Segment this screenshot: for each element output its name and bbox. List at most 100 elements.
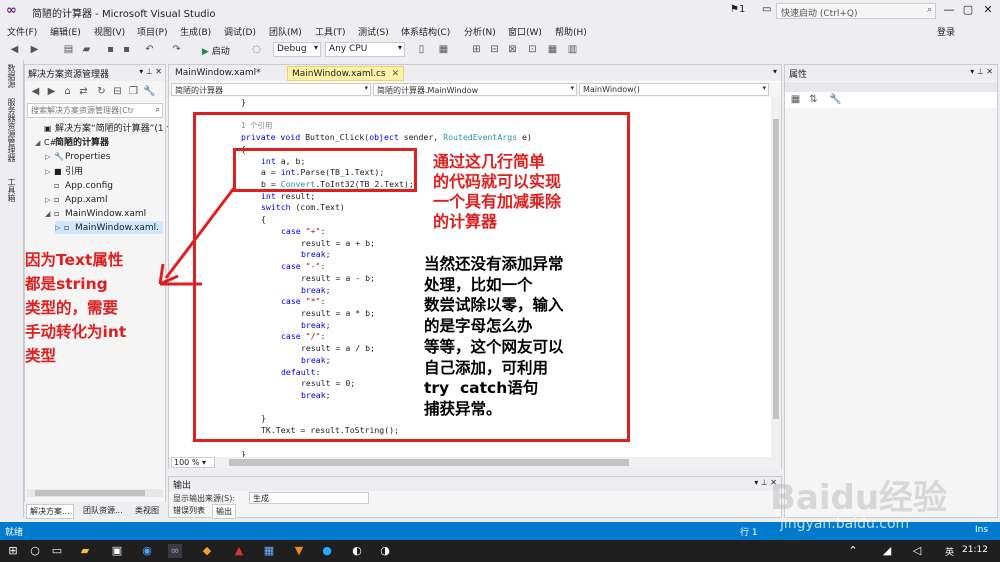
horizontal-scrollbar-thumb[interactable] (229, 459, 629, 466)
undo-icon[interactable]: ↶ (143, 43, 156, 56)
back-icon[interactable]: ◀ (29, 85, 42, 98)
tree-item[interactable]: ▷ ▫ MainWindow.xaml. (55, 221, 163, 235)
expand-arrow-icon[interactable]: ▷ (45, 166, 54, 179)
tree-item[interactable]: ◢ ▫ MainWindow.xaml (45, 207, 163, 220)
new-project-icon[interactable]: ▤ (62, 43, 75, 56)
forward-icon[interactable]: ▶ (45, 85, 58, 98)
login-link[interactable]: 登录 (937, 25, 955, 38)
property-pages-icon[interactable]: 🔧 (829, 93, 842, 106)
solution-search-input[interactable]: 搜索解决方案资源管理器(Ctr ⌕ (27, 103, 163, 118)
collapse-all-icon[interactable]: ⊟ (111, 85, 124, 98)
save-icon[interactable]: ▪ (104, 43, 117, 56)
panel-pin-close-icons[interactable]: ▾ ⊥ ✕ (139, 67, 162, 76)
scrollbar-thumb[interactable] (35, 490, 145, 496)
cortana-icon[interactable]: ○ (28, 544, 42, 558)
file-explorer-icon[interactable]: ▰ (78, 544, 92, 558)
find-icon[interactable]: ▯ (415, 43, 428, 56)
tab-class-view[interactable]: 类视图 (132, 504, 162, 517)
feedback-icon[interactable]: ▭ (762, 4, 771, 15)
menu-debug[interactable]: 调试(D) (224, 25, 256, 38)
volume-icon[interactable]: ◁ (910, 544, 924, 558)
alphabetical-icon[interactable]: ⇅ (807, 93, 820, 106)
app-icon-1[interactable]: ◆ (200, 544, 214, 558)
project-nav-select[interactable]: 简陋的计算器 ▾ (171, 83, 371, 96)
close-button[interactable]: ✕ (979, 2, 997, 18)
toolbox-tab[interactable]: 工具箱 (6, 178, 17, 202)
tab-mainwindow-xaml-cs[interactable]: MainWindow.xaml.cs ✕ (287, 66, 405, 81)
redo-icon[interactable]: ↷ (170, 43, 183, 56)
navigate-back-icon[interactable]: ◀ (8, 43, 21, 56)
tab-mainwindow-xaml[interactable]: MainWindow.xaml* (171, 66, 265, 81)
expand-arrow-icon[interactable]: ◢ (35, 137, 44, 150)
browser-icon[interactable]: ◉ (140, 544, 154, 558)
close-tab-icon[interactable]: ✕ (392, 69, 400, 79)
properties-icon[interactable]: 🔧 (143, 85, 156, 98)
menu-view[interactable]: 视图(V) (94, 25, 125, 38)
expand-arrow-icon[interactable]: ◢ (45, 208, 54, 221)
taskbar-clock[interactable]: 21:12 (962, 545, 988, 555)
comment-icon[interactable]: ▦ (437, 43, 450, 56)
menu-architecture[interactable]: 体系结构(C) (401, 25, 450, 38)
expand-arrow-icon[interactable]: ▷ (55, 222, 64, 235)
video-player-icon[interactable]: ● (320, 544, 334, 558)
tree-item[interactable]: ▷ ▫ App.xaml (45, 193, 163, 206)
layout-icon[interactable]: ⊞ (470, 43, 483, 56)
start-debugging-button[interactable]: ▶ 启动 (202, 44, 230, 57)
visual-studio-taskbar-icon[interactable]: ∞ (168, 544, 182, 558)
vertical-scrollbar[interactable] (771, 97, 781, 457)
app-icon-3[interactable]: ◑ (378, 544, 392, 558)
data-sources-tab[interactable]: 数据源 (6, 64, 17, 88)
media-player-icon[interactable]: ▼ (292, 544, 306, 558)
sync-icon[interactable]: ⇄ (77, 85, 90, 98)
tray-up-icon[interactable]: ⌃ (846, 544, 860, 558)
home-icon[interactable]: ⌂ (61, 85, 74, 98)
solution-config-select[interactable]: Debug ▾ (273, 42, 321, 57)
menu-file[interactable]: 文件(F) (7, 25, 37, 38)
menu-test[interactable]: 测试(S) (358, 25, 389, 38)
tab-overflow-icon[interactable]: ▾ (773, 67, 777, 76)
menu-team[interactable]: 团队(M) (269, 25, 302, 38)
navigate-forward-icon[interactable]: ▶ (28, 43, 41, 56)
tree-item[interactable]: ▷ ■ 引用 (45, 165, 163, 178)
panel-pin-close-icons[interactable]: ▾ ⊥ ✕ (754, 478, 777, 487)
photos-icon[interactable]: ▦ (262, 544, 276, 558)
menu-build[interactable]: 生成(B) (180, 25, 211, 38)
show-all-files-icon[interactable]: ❐ (127, 85, 140, 98)
menu-analyze[interactable]: 分析(N) (464, 25, 496, 38)
tree-item[interactable]: ▷ 🔧Properties (45, 150, 163, 163)
horizontal-scrollbar[interactable] (27, 489, 163, 497)
expand-arrow-icon[interactable]: ▷ (45, 151, 54, 164)
open-file-icon[interactable]: ▰ (80, 43, 93, 56)
zoom-select[interactable]: 100 % ▾ (171, 457, 215, 468)
attach-icon[interactable]: ◌ (250, 43, 263, 56)
refresh-icon[interactable]: ↻ (95, 85, 108, 98)
task-view-icon[interactable]: ▭ (50, 544, 64, 558)
pdf-reader-icon[interactable]: ▲ (232, 544, 246, 558)
quick-launch-input[interactable]: 快速启动 (Ctrl+Q) ⌕ (776, 3, 936, 19)
notification-flag-icon[interactable]: ⚑1 (730, 4, 745, 15)
save-all-icon[interactable]: ▪ (120, 43, 133, 56)
categorized-icon[interactable]: ▦ (789, 93, 802, 106)
tab-output[interactable]: 输出 (212, 504, 236, 519)
menu-tools[interactable]: 工具(T) (315, 25, 346, 38)
solution-platform-select[interactable]: Any CPU ▾ (325, 42, 405, 57)
tab-solution-explorer[interactable]: 解决方案... (26, 504, 74, 519)
order-icon[interactable]: ▥ (566, 43, 579, 56)
app-icon-2[interactable]: ◐ (350, 544, 364, 558)
member-nav-select[interactable]: MainWindow() ▾ (579, 83, 769, 96)
panel-pin-close-icons[interactable]: ▾ ⊥ ✕ (970, 67, 993, 76)
menu-help[interactable]: 帮助(H) (555, 25, 587, 38)
windows-start-icon[interactable]: ⊞ (6, 544, 20, 558)
align-icon[interactable]: ⊟ (488, 43, 501, 56)
menu-window[interactable]: 窗口(W) (508, 25, 542, 38)
distribute-icon[interactable]: ⊠ (506, 43, 519, 56)
expand-arrow-icon[interactable]: ▷ (45, 194, 54, 207)
tree-item[interactable]: ▫ App.config (45, 179, 163, 192)
menu-project[interactable]: 项目(P) (137, 25, 167, 38)
tree-item[interactable]: ▣ 解决方案“简陋的计算器”(1 个 (35, 122, 175, 135)
tab-error-list[interactable]: 错误列表 (170, 504, 208, 517)
maximize-button[interactable]: ▢ (959, 2, 977, 18)
tree-item[interactable]: ◢ C#简陋的计算器 (35, 136, 163, 149)
type-nav-select[interactable]: 简陋的计算器.MainWindow ▾ (373, 83, 577, 96)
menu-edit[interactable]: 编辑(E) (50, 25, 81, 38)
